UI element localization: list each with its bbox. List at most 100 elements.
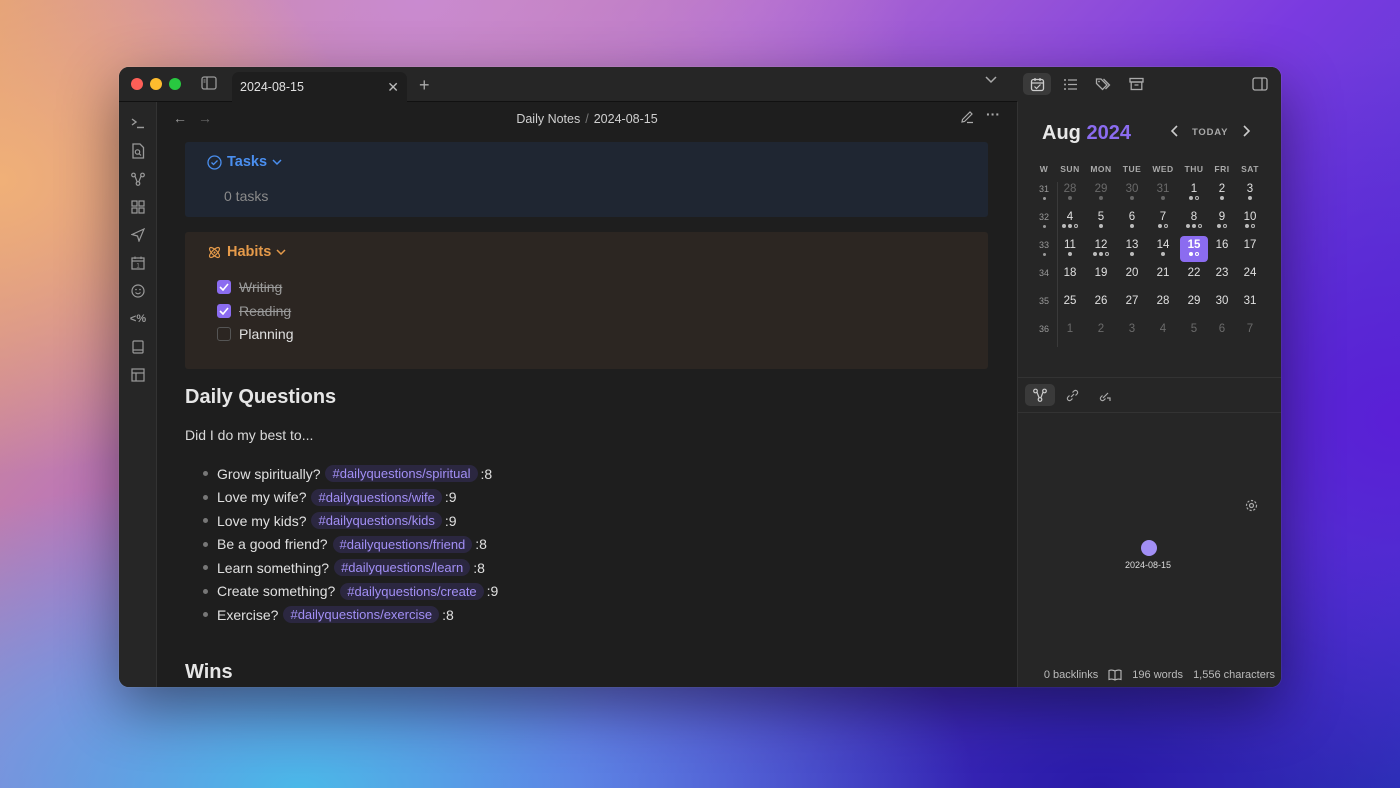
calendar-day[interactable]: 3 xyxy=(1236,180,1264,206)
calendar-week-number[interactable]: 34 xyxy=(1030,266,1058,292)
layout-icon[interactable] xyxy=(128,365,148,385)
calendar-view-icon[interactable] xyxy=(1023,73,1051,95)
calendar-week-number[interactable]: 33 xyxy=(1030,238,1058,264)
question-tag[interactable]: #dailyquestions/kids xyxy=(311,512,442,530)
next-month-icon[interactable] xyxy=(1243,125,1251,140)
question-tag[interactable]: #dailyquestions/friend xyxy=(332,535,473,553)
toggle-right-sidebar-icon[interactable] xyxy=(1246,73,1274,95)
calendar-day[interactable]: 16 xyxy=(1208,236,1236,262)
archive-icon[interactable] xyxy=(1122,73,1150,95)
close-tab-icon[interactable]: ✕ xyxy=(387,79,399,96)
calendar-day[interactable]: 4 xyxy=(1149,320,1177,346)
calendar-day[interactable]: 28 xyxy=(1149,292,1177,318)
calendar-week-number[interactable]: 32 xyxy=(1030,210,1058,236)
calendar-day[interactable]: 28 xyxy=(1056,180,1084,206)
calendar-day[interactable]: 7 xyxy=(1236,320,1264,346)
book-icon[interactable] xyxy=(128,337,148,357)
backlinks-count[interactable]: 0 backlinks xyxy=(1044,669,1098,681)
question-tag[interactable]: #dailyquestions/create xyxy=(340,582,484,600)
status-bar: 0 backlinks 196 words 1,556 characters xyxy=(1037,667,1275,683)
question-tag[interactable]: #dailyquestions/learn xyxy=(334,559,471,577)
calendar-day[interactable]: 29 xyxy=(1180,292,1208,318)
smiley-icon[interactable] xyxy=(128,281,148,301)
editor-pane: ← → Daily Notes/2024-08-15 ··· Tasks 0 t… xyxy=(157,102,1017,687)
toggle-left-sidebar-icon[interactable] xyxy=(201,76,217,90)
tasks-callout-title[interactable]: Tasks xyxy=(207,154,282,170)
calendar-day[interactable]: 11 xyxy=(1056,236,1084,262)
calendar-day[interactable]: 17 xyxy=(1236,236,1264,262)
more-options-icon[interactable]: ··· xyxy=(986,106,1000,122)
habits-callout-title[interactable]: Habits xyxy=(207,244,286,260)
calendar-day[interactable]: 12 xyxy=(1087,236,1115,262)
calendar-day[interactable]: 31 xyxy=(1149,180,1177,206)
tags-icon[interactable] xyxy=(1089,73,1117,95)
question-tag[interactable]: #dailyquestions/exercise xyxy=(283,606,440,624)
close-window-button[interactable] xyxy=(131,78,143,90)
calendar-day[interactable]: 1 xyxy=(1056,320,1084,346)
minimize-window-button[interactable] xyxy=(150,78,162,90)
calendar-day[interactable]: 2 xyxy=(1208,180,1236,206)
calendar-day[interactable]: 30 xyxy=(1208,292,1236,318)
calendar-day[interactable]: 6 xyxy=(1208,320,1236,346)
outline-icon[interactable] xyxy=(1056,73,1084,95)
calendar-day[interactable]: 18 xyxy=(1056,264,1084,290)
calendar-day[interactable]: 13 xyxy=(1118,236,1146,262)
graph-view-icon[interactable] xyxy=(128,169,148,189)
calendar-day[interactable]: 29 xyxy=(1087,180,1115,206)
today-button[interactable]: TODAY xyxy=(1192,127,1228,138)
new-tab-icon[interactable]: + xyxy=(419,75,430,96)
habit-checkbox[interactable] xyxy=(217,280,231,294)
calendar-day[interactable]: 6 xyxy=(1118,208,1146,234)
local-graph-icon[interactable] xyxy=(1025,384,1055,406)
calendar-day[interactable]: 10 xyxy=(1236,208,1264,234)
edit-pencil-icon[interactable] xyxy=(960,110,974,127)
calendar-day[interactable]: 27 xyxy=(1118,292,1146,318)
maximize-window-button[interactable] xyxy=(169,78,181,90)
outgoing-links-icon[interactable] xyxy=(1090,384,1120,406)
canvas-grid-icon[interactable] xyxy=(128,197,148,217)
calendar-day[interactable]: 21 xyxy=(1149,264,1177,290)
calendar-week-number[interactable]: 35 xyxy=(1030,294,1058,320)
calendar-day[interactable]: 25 xyxy=(1056,292,1084,318)
question-tag[interactable]: #dailyquestions/wife xyxy=(311,488,442,506)
calendar-day[interactable]: 31 xyxy=(1236,292,1264,318)
backlinks-icon[interactable] xyxy=(1057,384,1087,406)
graph-node[interactable] xyxy=(1141,540,1157,556)
calendar-day[interactable]: 2 xyxy=(1087,320,1115,346)
calendar-day[interactable]: 14 xyxy=(1149,236,1177,262)
terminal-icon[interactable] xyxy=(128,113,148,133)
breadcrumb-note[interactable]: 2024-08-15 xyxy=(594,112,658,126)
calendar-day[interactable]: 8 xyxy=(1180,208,1208,234)
search-file-icon[interactable] xyxy=(128,141,148,161)
daily-note-calendar-icon[interactable]: 1 xyxy=(128,253,148,273)
calendar-day[interactable]: 19 xyxy=(1087,264,1115,290)
calendar-week-number[interactable]: 36 xyxy=(1030,322,1058,348)
question-tag[interactable]: #dailyquestions/spiritual xyxy=(325,465,478,483)
habit-checkbox[interactable] xyxy=(217,303,231,318)
calendar-day[interactable]: 1 xyxy=(1180,180,1208,206)
breadcrumb-folder[interactable]: Daily Notes xyxy=(516,112,580,126)
prev-month-icon[interactable] xyxy=(1170,125,1178,140)
send-icon[interactable] xyxy=(128,225,148,245)
calendar-day[interactable]: 23 xyxy=(1208,264,1236,290)
calendar-day[interactable]: 7 xyxy=(1149,208,1177,234)
templater-icon[interactable]: <% xyxy=(128,309,148,329)
calendar-day[interactable]: 20 xyxy=(1118,264,1146,290)
calendar-day[interactable]: 26 xyxy=(1087,292,1115,318)
calendar-day-today[interactable]: 15 xyxy=(1180,236,1208,262)
calendar-day[interactable]: 4 xyxy=(1056,208,1084,234)
calendar-week-number[interactable]: 31 xyxy=(1030,182,1058,208)
calendar-day[interactable]: 5 xyxy=(1180,320,1208,346)
tab-list-chevron-icon[interactable] xyxy=(985,76,997,84)
calendar-day[interactable]: 22 xyxy=(1180,264,1208,290)
tab-note[interactable]: 2024-08-15 ✕ xyxy=(232,72,407,102)
calendar-day[interactable]: 3 xyxy=(1118,320,1146,346)
calendar-day[interactable]: 5 xyxy=(1087,208,1115,234)
graph-settings-gear-icon[interactable] xyxy=(1244,498,1259,518)
calendar-day[interactable]: 30 xyxy=(1118,180,1146,206)
calendar-day[interactable]: 24 xyxy=(1236,264,1264,290)
habit-checkbox[interactable] xyxy=(217,327,231,341)
calendar-day-number: 5 xyxy=(1097,211,1105,223)
question-text: Exercise? xyxy=(217,606,279,623)
calendar-day[interactable]: 9 xyxy=(1208,208,1236,234)
